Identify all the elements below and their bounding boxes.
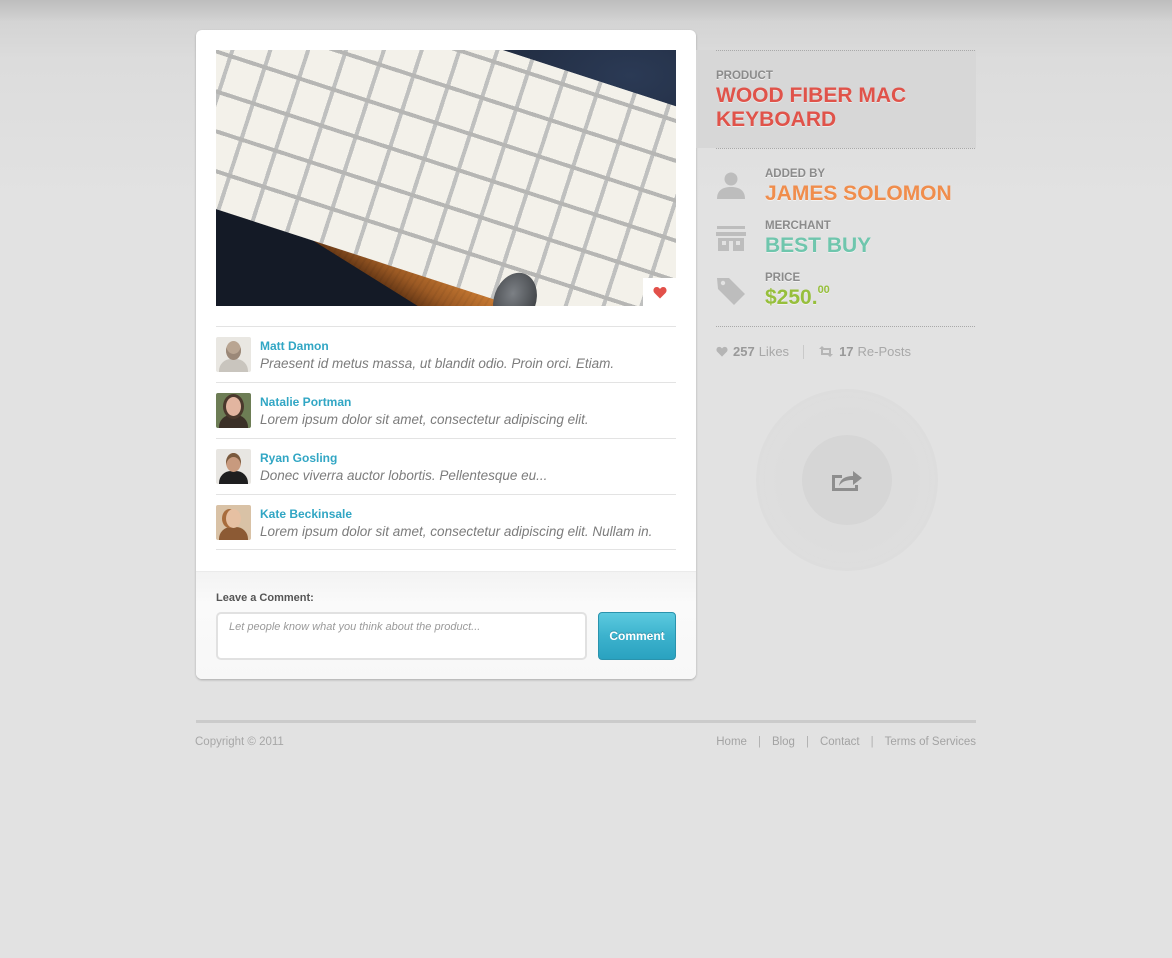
comment-input[interactable]: [216, 612, 587, 660]
product-photo[interactable]: [216, 50, 676, 306]
photo-keys: [216, 50, 676, 306]
avatar[interactable]: [216, 393, 251, 428]
commenter-name[interactable]: Kate Beckinsale: [260, 507, 352, 521]
divider: [716, 50, 975, 51]
likes-count: 257: [733, 344, 755, 359]
reposts-count: 17: [839, 344, 854, 359]
footer-separator: |: [870, 736, 874, 748]
comment-text: Praesent id metus massa, ut blandit odio…: [260, 356, 615, 371]
commenter-name[interactable]: Natalie Portman: [260, 395, 351, 409]
product-stats: 257 Likes 17 Re-Posts: [716, 344, 911, 359]
product-eyebrow: PRODUCT: [716, 70, 773, 82]
price-main: $250.: [765, 286, 818, 309]
share-ring-inner: [780, 413, 914, 547]
product-title: WOOD FIBER MAC KEYBOARD: [716, 84, 907, 131]
footer-link-contact[interactable]: Contact: [820, 736, 860, 748]
comment-text: Lorem ipsum dolor sit amet, consectetur …: [260, 412, 589, 427]
divider: [716, 148, 975, 149]
comment-item: Matt Damon Praesent id metus massa, ut b…: [216, 326, 676, 382]
comment-form: Leave a Comment: Comment: [196, 571, 696, 679]
added-by-name[interactable]: JAMES SOLOMON: [765, 182, 952, 206]
comment-text: Donec viverra auctor lobortis. Pellentes…: [260, 468, 548, 483]
footer-nav: Home | Blog | Contact | Terms of Service…: [716, 736, 976, 748]
comment-form-label: Leave a Comment:: [216, 592, 314, 604]
share-icon: [832, 471, 862, 491]
stats-separator: [803, 344, 805, 359]
page: Matt Damon Praesent id metus massa, ut b…: [0, 0, 1172, 958]
avatar[interactable]: [216, 337, 251, 372]
store-icon: [716, 226, 746, 251]
comment-button[interactable]: Comment: [598, 612, 676, 660]
product-card: Matt Damon Praesent id metus massa, ut b…: [196, 30, 696, 679]
commenter-name[interactable]: Matt Damon: [260, 339, 329, 353]
price-label: PRICE: [765, 272, 801, 284]
tag-icon: [717, 278, 745, 305]
copyright: Copyright © 2011: [195, 736, 284, 748]
share-button[interactable]: [802, 435, 892, 525]
comment-item: Kate Beckinsale Lorem ipsum dolor sit am…: [216, 494, 676, 550]
footer-separator: |: [757, 736, 761, 748]
footer-link-terms[interactable]: Terms of Services: [885, 736, 976, 748]
heart-icon: [652, 286, 667, 298]
added-by-label: ADDED BY: [765, 168, 826, 180]
repost-icon: [819, 346, 834, 357]
likes-stat[interactable]: 257 Likes: [716, 344, 789, 359]
comment-text: Lorem ipsum dolor sit amet, consectetur …: [260, 524, 653, 539]
share-ring: [756, 389, 938, 571]
divider: [716, 326, 975, 327]
reposts-stat[interactable]: 17 Re-Posts: [818, 344, 911, 359]
footer-link-home[interactable]: Home: [716, 736, 747, 748]
price-cents: 00: [817, 284, 830, 296]
merchant-label: MERCHANT: [765, 220, 831, 232]
merchant-name[interactable]: BEST BUY: [765, 234, 871, 258]
comment-list: Matt Damon Praesent id metus massa, ut b…: [216, 326, 676, 550]
footer-separator: |: [805, 736, 809, 748]
price-value: $250.00: [765, 284, 830, 310]
comment-item: Natalie Portman Lorem ipsum dolor sit am…: [216, 382, 676, 438]
commenter-name[interactable]: Ryan Gosling: [260, 451, 337, 465]
likes-label: Likes: [758, 344, 790, 359]
footer-divider: [196, 720, 976, 723]
footer-link-blog[interactable]: Blog: [772, 736, 795, 748]
heart-icon: [716, 346, 728, 357]
avatar[interactable]: [216, 505, 251, 540]
like-button[interactable]: [643, 278, 676, 306]
avatar[interactable]: [216, 449, 251, 484]
reposts-label: Re-Posts: [857, 344, 911, 359]
user-icon: [717, 172, 745, 199]
comment-item: Ryan Gosling Donec viverra auctor lobort…: [216, 438, 676, 494]
